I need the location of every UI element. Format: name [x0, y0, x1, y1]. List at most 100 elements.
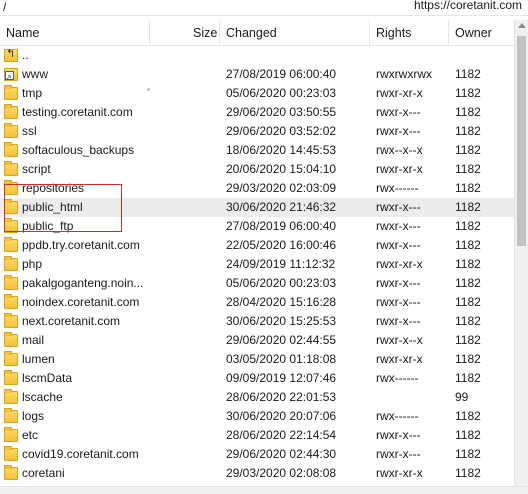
file-row[interactable]: ppdb.try.coretanit.com 22/05/2020 16:00:4…: [0, 236, 514, 255]
file-row[interactable]: public_ftp 27/08/2019 06:00:40 rwxr-x--- 11…: [0, 217, 514, 236]
file-rights: rwxr-x---: [376, 295, 421, 309]
file-owner: 1182: [455, 276, 481, 290]
folder-icon: [4, 237, 18, 252]
vertical-scrollbar[interactable]: [514, 20, 528, 486]
file-changed: 22/05/2020 16:00:46: [226, 238, 337, 252]
file-row[interactable]: noindex.coretanit.com 28/04/2020 15:16:28…: [0, 293, 514, 312]
parent-directory-icon: [4, 47, 18, 62]
symlink-folder-icon: [4, 68, 18, 82]
file-row[interactable]: lumen 03/05/2020 01:18:08 rwxr-xr-x 1182: [0, 350, 514, 369]
scroll-up-arrow-icon[interactable]: [518, 23, 526, 28]
file-row[interactable]: pakalgoganteng.noin... 05/06/2020 00:23:0…: [0, 274, 514, 293]
file-rights: rwxrwxrwx: [376, 67, 432, 81]
folder-icon: [4, 256, 18, 271]
column-header-size[interactable]: Size: [193, 20, 217, 46]
file-row[interactable]: tmp 05/06/2020 00:23:03 rwxr-xr-x 1182: [0, 84, 514, 103]
horizontal-scrollbar[interactable]: [0, 486, 528, 494]
file-row[interactable]: next.coretanit.com 30/06/2020 15:25:53 rwx…: [0, 312, 514, 331]
file-owner: [455, 46, 510, 65]
file-owner: 1182: [455, 352, 481, 366]
file-row[interactable]: ssl 29/06/2020 03:52:02 rwxr-x--- 1182: [0, 122, 514, 141]
file-list[interactable]: ..www27/08/2019 06:00:40rwxrwxrwx1182tmp…: [0, 46, 514, 486]
file-changed: 18/06/2020 14:45:53: [226, 143, 337, 157]
file-row[interactable]: etc 28/06/2020 22:14:54 rwxr-x--- 1182: [0, 426, 514, 445]
column-header-owner[interactable]: Owner: [455, 20, 492, 46]
file-row[interactable]: coretani 29/03/2020 02:08:08 rwxr-xr-x 1182: [0, 464, 514, 483]
file-changed: 29/06/2020 03:52:02: [226, 124, 337, 138]
file-row[interactable]: php 24/09/2019 11:12:32 rwxr-xr-x 1182: [0, 255, 514, 274]
file-row[interactable]: testing.coretanit.com 29/06/2020 03:50:55…: [0, 103, 514, 122]
file-changed: 29/06/2020 02:44:30: [226, 447, 337, 461]
resize-dot: [147, 88, 150, 91]
folder-icon: [4, 351, 18, 366]
file-name: repositories: [22, 181, 85, 195]
file-row[interactable]: public_html 30/06/2020 21:46:32 rwxr-x--- 1…: [0, 198, 514, 217]
file-owner: 1182: [455, 447, 481, 461]
file-rights: rwx------: [376, 371, 419, 385]
column-divider[interactable]: [369, 20, 370, 46]
column-header-name[interactable]: Name: [6, 20, 39, 46]
file-row[interactable]: repositories 29/03/2020 02:03:09 rwx------…: [0, 179, 514, 198]
folder-icon: [4, 389, 18, 404]
folder-icon: [4, 408, 18, 423]
file-rights: rwxr-x---: [376, 447, 421, 461]
file-owner: 1182: [455, 86, 481, 100]
file-rights: rwxr-x---: [376, 314, 421, 328]
file-owner: 1182: [455, 200, 481, 214]
file-name: next.coretanit.com: [22, 314, 121, 328]
folder-icon: [4, 161, 18, 176]
folder-icon: [4, 370, 18, 385]
folder-icon: [4, 218, 18, 233]
file-owner: 1182: [455, 371, 481, 385]
file-name: noindex.coretanit.com: [22, 295, 140, 309]
file-changed: 30/06/2020 20:07:06: [226, 409, 337, 423]
file-row[interactable]: lscache 28/06/2020 22:01:53 99: [0, 388, 514, 407]
file-row[interactable]: www 27/08/2019 06:00:40 rwxrwxrwx 1182: [0, 65, 514, 84]
file-changed: 27/08/2019 06:00:40: [226, 67, 337, 81]
file-rights: rwxr-x---: [376, 238, 421, 252]
file-row[interactable]: script 20/06/2020 15:04:10 rwxr-xr-x 1182: [0, 160, 514, 179]
file-rights: rwxr-xr-x: [376, 257, 423, 271]
file-name: php: [22, 257, 43, 271]
file-name: www: [22, 67, 48, 81]
file-owner: 1182: [455, 466, 481, 480]
column-header: Name Size Changed Rights Owner: [0, 20, 514, 46]
column-header-changed[interactable]: Changed: [226, 20, 277, 46]
column-divider[interactable]: [448, 20, 449, 46]
file-changed: 30/06/2020 15:25:53: [226, 314, 337, 328]
path-bar: / https://coretanit.com: [0, 0, 528, 16]
file-owner: 1182: [455, 162, 481, 176]
file-changed: 20/06/2020 15:04:10: [226, 162, 337, 176]
file-row[interactable]: logs 30/06/2020 20:07:06 rwx------ 1182: [0, 407, 514, 426]
column-divider[interactable]: [149, 20, 150, 46]
file-name: softaculous_backups: [22, 143, 135, 157]
file-changed: 24/09/2019 11:12:32: [226, 257, 336, 271]
file-rights: rwx--x--x: [376, 143, 423, 157]
column-header-rights[interactable]: Rights: [376, 20, 411, 46]
column-divider[interactable]: [219, 20, 220, 46]
file-rights: rwxr-x---: [376, 219, 421, 233]
scrollbar-thumb[interactable]: [517, 36, 526, 246]
file-changed: 03/05/2020 01:18:08: [226, 352, 337, 366]
folder-icon: [4, 294, 18, 309]
file-name: etc: [22, 428, 39, 442]
file-changed: 09/09/2019 12:07:46: [226, 371, 337, 385]
file-row[interactable]: ..: [0, 46, 514, 65]
file-row[interactable]: softaculous_backups 18/06/2020 14:45:53 rw…: [0, 141, 514, 160]
file-name: lscache: [22, 390, 63, 404]
folder-icon: [4, 142, 18, 157]
folder-icon: [4, 313, 18, 328]
file-name: testing.coretanit.com: [22, 105, 133, 119]
folder-icon: [4, 446, 18, 461]
file-row[interactable]: mail 29/06/2020 02:44:55 rwxr-x--x 1182: [0, 331, 514, 350]
folder-icon: [4, 123, 18, 138]
file-rights: rwxr-x---: [376, 200, 421, 214]
file-changed: 29/03/2020 02:03:09: [226, 181, 337, 195]
file-changed: 29/06/2020 02:44:55: [226, 333, 337, 347]
file-owner: 1182: [455, 238, 481, 252]
file-row[interactable]: lscmData 09/09/2019 12:07:46 rwx------ 1182: [0, 369, 514, 388]
file-owner: 1182: [455, 409, 481, 423]
file-row[interactable]: covid19.coretanit.com 29/06/2020 02:44:30…: [0, 445, 514, 464]
file-rights: rwxr-xr-x: [376, 162, 423, 176]
file-rights: rwxr-xr-x: [376, 466, 423, 480]
